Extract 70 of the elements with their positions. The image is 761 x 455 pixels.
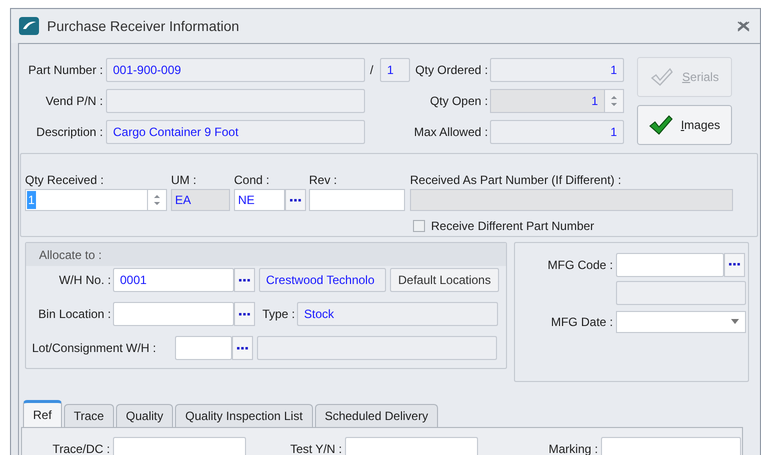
app-icon	[19, 17, 39, 35]
lookup-button[interactable]	[285, 189, 306, 211]
text-field[interactable]: 001-900-009	[106, 58, 365, 82]
field-label: Lot/Consignment W/H :	[32, 340, 158, 357]
field-label: Type :	[261, 306, 295, 323]
cond-field[interactable]: NE	[234, 189, 285, 211]
text-field[interactable]: Stock	[297, 302, 498, 326]
images-button[interactable]: Images	[637, 105, 732, 145]
spinner-icon[interactable]	[153, 194, 161, 206]
field-label: UM :	[171, 172, 198, 189]
rev-field[interactable]	[309, 189, 405, 211]
separator-text: /	[370, 62, 374, 78]
checkbox[interactable]	[413, 220, 425, 232]
lookup-button[interactable]	[724, 252, 745, 276]
tab[interactable]: Ref	[23, 400, 62, 427]
field-label: MFG Code :	[546, 256, 613, 274]
field-label: Qty Received :	[25, 172, 105, 189]
tab[interactable]: Quality	[116, 404, 174, 427]
selected-value: 1	[27, 191, 36, 209]
text-field[interactable]	[106, 88, 365, 112]
lookup-button[interactable]	[234, 302, 255, 326]
field-label: Max Allowed :	[412, 124, 488, 140]
field-label: Bin Location :	[37, 306, 111, 323]
text-field[interactable]	[616, 252, 724, 276]
tab[interactable]: Scheduled Delivery	[314, 404, 438, 427]
field-label: MFG Date :	[550, 314, 613, 330]
ellipsis-icon	[239, 278, 250, 282]
tab[interactable]: Trace	[64, 404, 114, 427]
field-label: Rev :	[309, 172, 338, 189]
field-label: Received As Part Number (If Different) :	[410, 172, 622, 189]
text-field[interactable]	[175, 336, 232, 360]
window-title: Purchase Receiver Information	[47, 16, 240, 36]
field-label: Part Number :	[27, 62, 103, 78]
text-field[interactable]	[345, 437, 478, 455]
field-label: Qty Ordered :	[414, 62, 488, 78]
close-icon	[736, 20, 750, 32]
ellipsis-icon	[239, 312, 250, 316]
spinner-icon[interactable]	[610, 94, 618, 106]
field-label: Vend P/N :	[44, 92, 103, 110]
text-field[interactable]: Cargo Container 9 Foot	[106, 120, 365, 144]
check-icon	[650, 67, 674, 87]
received-as-field[interactable]	[410, 189, 733, 211]
lookup-button[interactable]	[234, 268, 255, 292]
field-label: Cond :	[234, 172, 270, 189]
section-title: Allocate to :	[39, 246, 102, 264]
check-icon	[648, 115, 673, 135]
text-field[interactable]	[113, 302, 234, 326]
lookup-button[interactable]	[232, 336, 253, 360]
um-field[interactable]: EA	[171, 189, 230, 211]
field-label: Description :	[35, 124, 103, 140]
text-field[interactable]: 0001	[113, 268, 234, 292]
warehouse-name-field[interactable]: Crestwood Technolo	[259, 268, 386, 292]
field-label: Trace/DC :	[51, 441, 110, 455]
field-label: Qty Open :	[428, 92, 488, 110]
tab[interactable]: Quality Inspection List	[175, 404, 313, 427]
text-field[interactable]: 1	[490, 58, 624, 82]
close-button[interactable]	[736, 19, 750, 33]
text-field[interactable]	[257, 336, 497, 360]
checkbox-label: Receive Different Part Number	[431, 218, 594, 235]
ellipsis-icon	[729, 263, 740, 266]
text-field[interactable]: 1	[380, 58, 410, 82]
ellipsis-icon	[290, 198, 301, 202]
field-label: W/H No. :	[58, 272, 111, 289]
text-field[interactable]	[601, 437, 741, 455]
text-field[interactable]	[616, 281, 746, 305]
text-field[interactable]: 1	[490, 120, 624, 144]
ellipsis-icon	[237, 346, 248, 350]
field-label: Test Y/N :	[289, 441, 342, 455]
text-field[interactable]	[113, 437, 246, 455]
default-locations-button[interactable]: Default Locations	[390, 268, 499, 292]
